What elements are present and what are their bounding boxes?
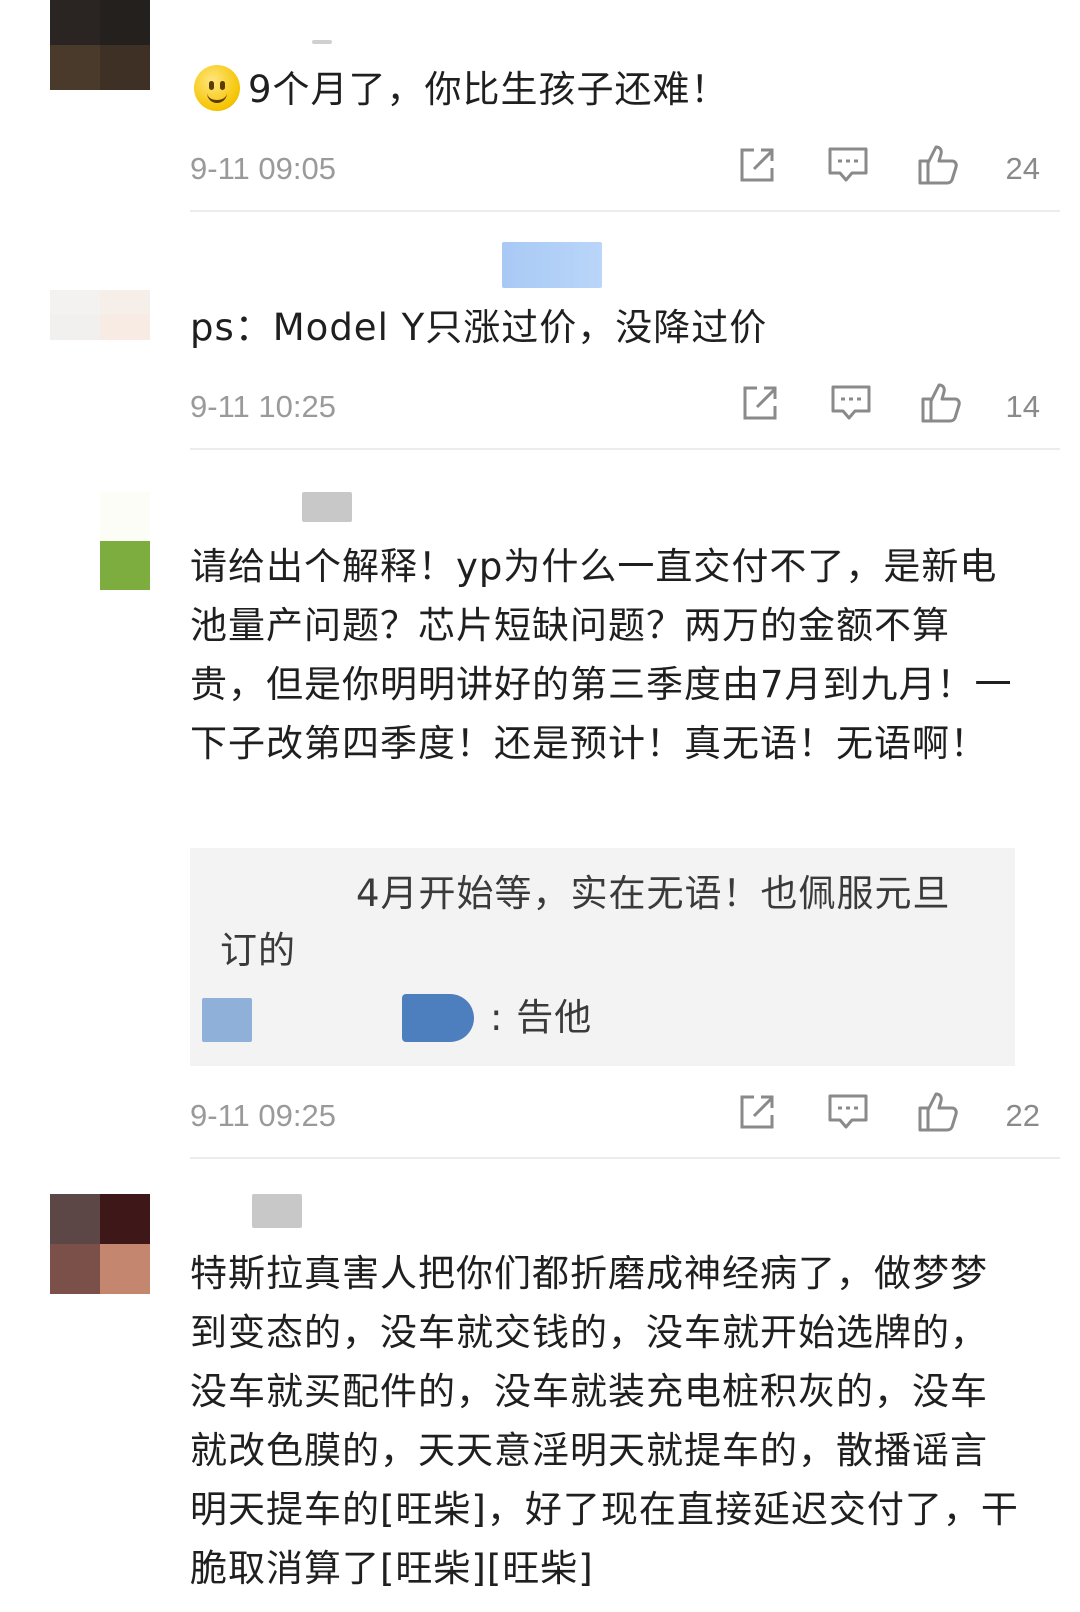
thumbs-up-icon[interactable] [919,381,963,425]
comment-text: 请给出个解释！yp为什么一直交付不了，是新电池量产问题？芯片短缺问题？两万的金额… [190,545,1013,765]
divider [190,448,1060,450]
username-redacted [312,40,332,44]
reply-text: : 告他 [490,996,593,1039]
username-redacted [402,994,474,1042]
divider [190,1157,1060,1159]
smile-emoji-icon [194,65,240,111]
avatar[interactable] [100,492,150,590]
username-redacted [252,1194,302,1228]
avatar-pixel [50,290,100,315]
comment-text: ps：Model Y只涨过价，没降过价 [190,306,768,349]
avatar-pixel [50,45,100,90]
comment-meta: 9-11 09:05 24 [190,143,1040,193]
thumbs-up-icon[interactable] [916,143,960,187]
avatar[interactable] [50,0,150,90]
comment-text: 9个月了，你比生孩子还难！ [248,68,729,111]
like-count: 24 [1005,151,1040,186]
avatar[interactable] [50,1194,150,1294]
avatar-pixel [50,1244,100,1294]
comment-icon[interactable] [826,1090,870,1134]
share-icon[interactable] [734,143,778,187]
avatar-pixel [50,315,100,340]
username-redacted [202,998,252,1042]
avatar-pixel [100,1244,150,1294]
avatar-pixel [100,290,150,315]
comment-text: 特斯拉真害人把你们都折磨成神经病了，做梦梦到变态的，没车就交钱的，没车就开始选牌… [190,1252,1019,1590]
comment-icon[interactable] [826,143,870,187]
share-icon[interactable] [737,381,781,425]
comment-time: 9-11 10:25 [190,389,336,424]
comment-time: 9-11 09:05 [190,151,336,186]
reply-box[interactable]: 4月开始等，实在无语！也佩服元旦 订的 : 告他 [190,848,1015,1066]
thumbs-up-icon[interactable] [916,1090,960,1134]
comment-meta: 9-11 09:25 22 [190,1090,1040,1140]
avatar[interactable] [50,290,150,340]
divider [190,210,1060,212]
comment-icon[interactable] [829,381,873,425]
avatar-pixel [100,541,150,590]
avatar-pixel [100,492,150,541]
username-redacted [302,492,352,522]
like-count: 22 [1005,1098,1040,1133]
avatar-pixel [50,1194,100,1244]
avatar-pixel [100,1194,150,1244]
avatar-pixel [50,0,100,45]
like-count: 14 [1005,389,1040,424]
username-redacted [502,242,602,288]
avatar-pixel [100,0,150,45]
reply-text: 订的 [220,929,296,972]
comment-meta: 9-11 10:25 14 [190,381,1040,431]
reply-text: 4月开始等，实在无语！也佩服元旦 [356,872,951,915]
share-icon[interactable] [734,1090,778,1134]
comment-time: 9-11 09:25 [190,1098,336,1133]
avatar-pixel [100,315,150,340]
avatar-pixel [100,45,150,90]
